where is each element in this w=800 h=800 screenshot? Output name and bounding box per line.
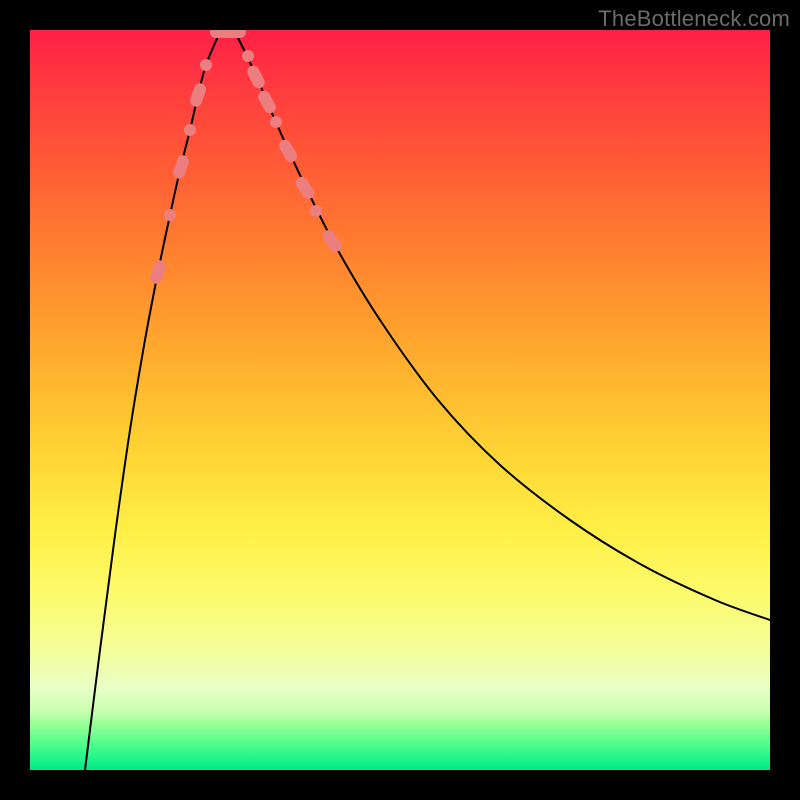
marker-capsule: [222, 30, 246, 38]
marker-dot: [310, 205, 322, 217]
marker-capsule: [320, 228, 344, 255]
curve-right-branch: [235, 32, 770, 620]
marker-capsule: [188, 82, 207, 109]
curve-layer: [85, 32, 770, 770]
chart-area: [30, 30, 770, 770]
curve-left-branch: [85, 32, 220, 770]
marker-capsule: [245, 64, 267, 91]
marker-layer: [149, 30, 344, 285]
marker-capsule: [172, 154, 191, 181]
marker-capsule: [277, 138, 299, 165]
chart-svg: [30, 30, 770, 770]
marker-dot: [270, 116, 282, 128]
marker-dot: [184, 124, 196, 136]
marker-capsule: [294, 175, 317, 202]
marker-capsule: [149, 259, 167, 285]
marker-dot: [200, 59, 212, 71]
marker-dot: [164, 209, 176, 221]
marker-dot: [242, 50, 254, 62]
marker-capsule: [256, 89, 278, 116]
watermark-text: TheBottleneck.com: [598, 6, 790, 32]
